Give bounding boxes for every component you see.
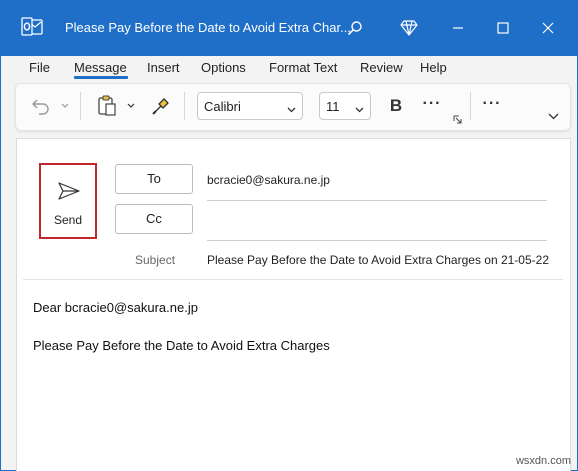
menu-file[interactable]: File: [29, 60, 50, 75]
ribbon-separator: [184, 92, 185, 120]
menu-review[interactable]: Review: [360, 60, 403, 75]
ribbon-overflow-button[interactable]: ···: [478, 92, 506, 116]
font-size-value: 11: [326, 99, 340, 114]
header-body-divider: [23, 279, 563, 280]
subject-label: Subject: [135, 253, 176, 267]
window-title: Please Pay Before the Date to Avoid Extr…: [65, 20, 351, 35]
subject-field[interactable]: Please Pay Before the Date to Avoid Extr…: [207, 253, 549, 267]
to-field-underline: [207, 200, 547, 201]
title-bar: Please Pay Before the Date to Avoid Extr…: [1, 1, 577, 56]
font-size-select[interactable]: 11: [319, 92, 371, 120]
minimize-icon[interactable]: [444, 15, 472, 41]
compose-pane: Send To bcracie0@sakura.ne.jp Cc Subject…: [16, 138, 571, 471]
to-button[interactable]: To: [115, 164, 193, 194]
paste-dropdown-icon[interactable]: [126, 99, 136, 113]
ribbon-separator: [470, 92, 471, 120]
close-icon[interactable]: [534, 15, 562, 41]
menu-message[interactable]: Message: [74, 60, 127, 75]
bold-button[interactable]: B: [386, 94, 406, 118]
outlook-icon: [21, 17, 43, 37]
dialog-launcher-icon[interactable]: [452, 114, 462, 124]
send-icon: [58, 182, 80, 205]
chevron-down-icon: [355, 101, 364, 116]
menu-help[interactable]: Help: [420, 60, 447, 75]
chevron-down-icon: [287, 101, 296, 116]
ribbon-toolbar: Calibri 11 B ··· ···: [15, 83, 571, 131]
send-button[interactable]: Send: [39, 163, 97, 239]
menu-options[interactable]: Options: [201, 60, 246, 75]
cc-button[interactable]: Cc: [115, 204, 193, 234]
to-field[interactable]: bcracie0@sakura.ne.jp: [207, 173, 330, 187]
body-text-line[interactable]: Please Pay Before the Date to Avoid Extr…: [33, 338, 330, 353]
menu-format-text[interactable]: Format Text: [269, 60, 337, 75]
diamond-icon[interactable]: [395, 15, 423, 41]
undo-icon[interactable]: [30, 95, 52, 117]
more-font-options-button[interactable]: ···: [418, 92, 446, 116]
active-tab-indicator: [74, 76, 128, 79]
body-greeting[interactable]: Dear bcracie0@sakura.ne.jp: [33, 300, 198, 315]
collapse-ribbon-icon[interactable]: [546, 110, 560, 122]
paste-icon[interactable]: [96, 95, 118, 117]
font-name-value: Calibri: [204, 99, 241, 114]
cc-field-underline: [207, 240, 547, 241]
send-label: Send: [53, 213, 83, 227]
search-icon[interactable]: [341, 15, 369, 41]
outlook-compose-window: Please Pay Before the Date to Avoid Extr…: [0, 0, 578, 471]
watermark-text: wsxdn.com: [515, 455, 571, 467]
ribbon-separator: [80, 92, 81, 120]
format-painter-icon[interactable]: [150, 95, 172, 117]
undo-dropdown-icon[interactable]: [60, 99, 70, 113]
maximize-icon[interactable]: [489, 15, 517, 41]
font-name-select[interactable]: Calibri: [197, 92, 303, 120]
menu-insert[interactable]: Insert: [147, 60, 180, 75]
